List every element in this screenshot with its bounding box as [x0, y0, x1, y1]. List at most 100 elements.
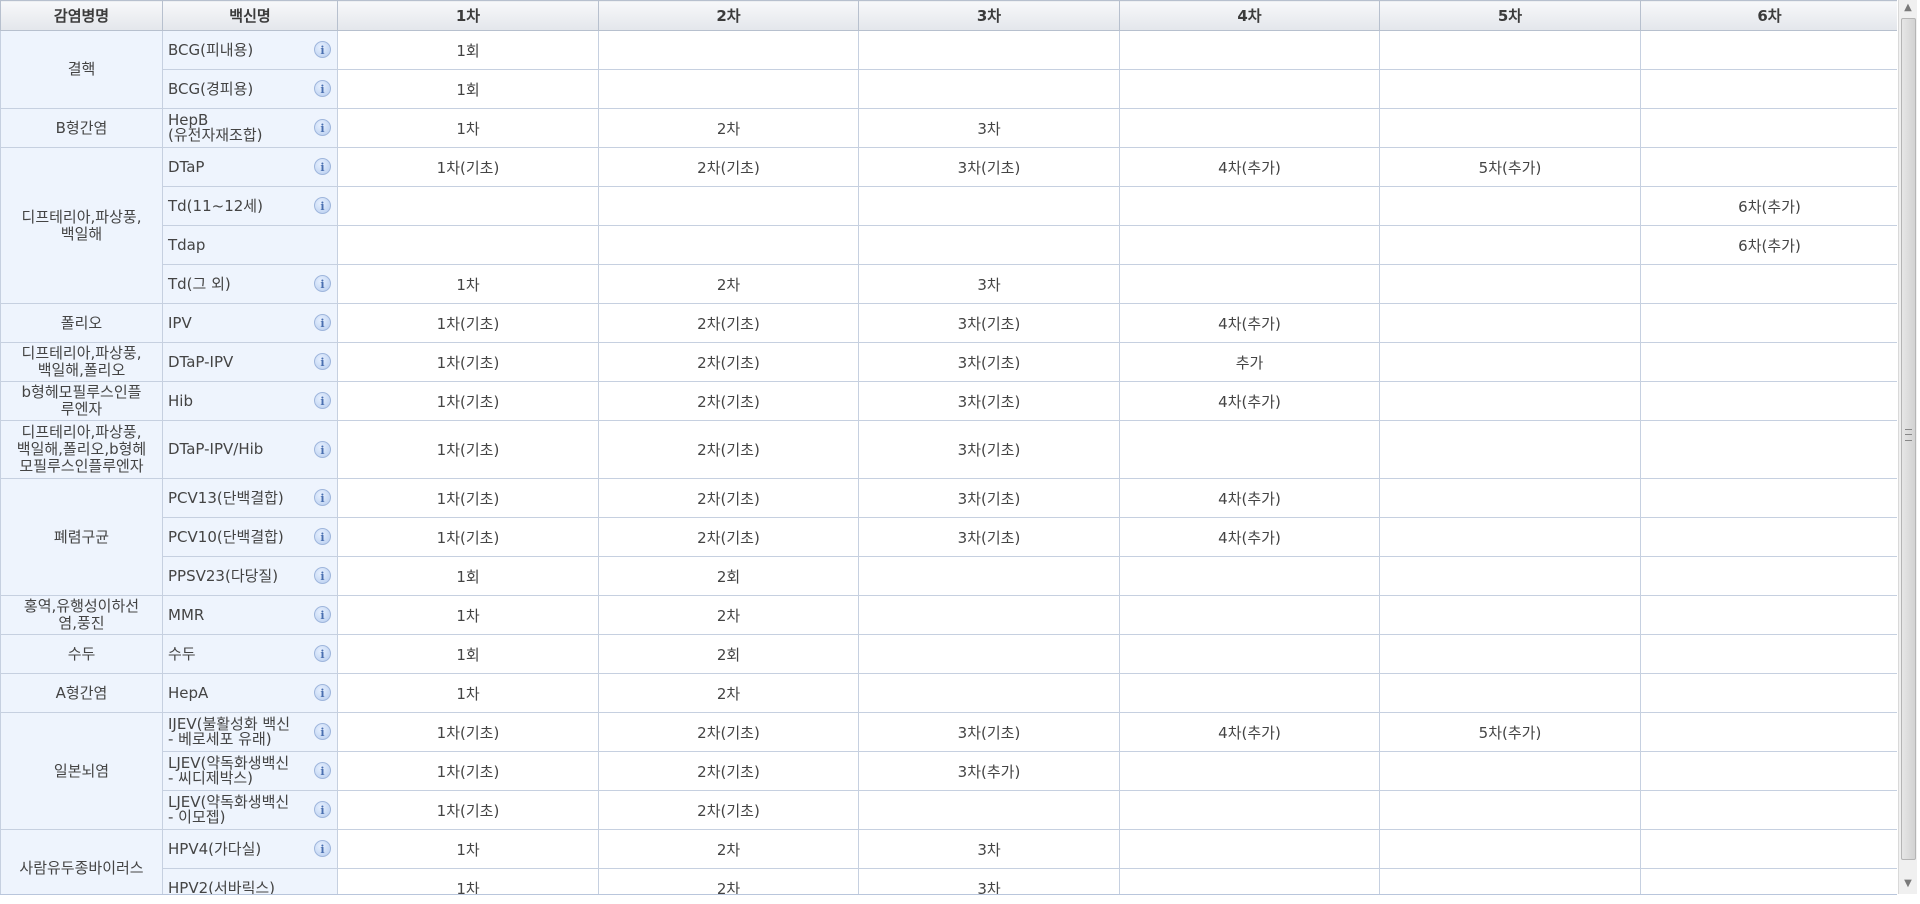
table-row[interactable]: 디프테리아,파상풍, 백일해,폴리오 DTaP-IPV i 1차(기초) 2차(기초) 3차… [0, 342, 1897, 382]
dose-3-cell: 3차(기초) [858, 420, 1120, 479]
dose-1-cell: 1회 [337, 69, 599, 109]
dose-1-cell: 1차(기초) [337, 303, 599, 343]
dose-1-cell: 1차(기초) [337, 147, 599, 187]
dose-3-cell [858, 634, 1120, 674]
vaccine-name-label: BCG(경피용) [168, 79, 254, 98]
dose-3-cell [858, 595, 1120, 635]
dose-2-cell: 2차(기초) [598, 342, 859, 382]
info-icon[interactable]: i [314, 528, 331, 545]
table-row[interactable]: 홍역,유행성이하선 염,풍진 MMR i 1차 2차 [0, 595, 1897, 635]
dose-5-cell [1379, 264, 1641, 304]
dose-4-cell [1119, 751, 1380, 791]
table-row[interactable]: 폐렴구균 PCV13(단백결합) i 1차(기초) 2차(기초) 3차(기초) 4차(추가) [0, 478, 1897, 596]
col-header-dose-1[interactable]: 1차 [337, 0, 599, 31]
scroll-up-arrow-icon[interactable]: ▲ [1901, 0, 1915, 16]
info-icon[interactable]: i [314, 840, 331, 857]
dose-6-cell [1640, 556, 1897, 596]
vaccine-name-label: BCG(피내용) [168, 40, 254, 59]
dose-5-cell [1379, 595, 1641, 635]
dose-6-cell [1640, 303, 1897, 343]
dose-2-cell: 2차(기초) [598, 751, 859, 791]
dose-5-cell [1379, 303, 1641, 343]
info-icon[interactable]: i [314, 80, 331, 97]
info-icon[interactable]: i [314, 440, 331, 458]
col-header-dose-3[interactable]: 3차 [858, 0, 1120, 31]
dose-1-cell: 1차(기초) [337, 517, 599, 557]
vaccine-name-label: PPSV23(다당질) [168, 566, 279, 585]
info-icon[interactable]: i [314, 275, 331, 292]
info-icon[interactable]: i [314, 645, 331, 662]
col-header-dose-5[interactable]: 5차 [1379, 0, 1641, 31]
dose-2-cell [598, 225, 859, 265]
vaccine-name-cell: PPSV23(다당질) i [162, 556, 338, 596]
dose-5-cell [1379, 381, 1641, 421]
info-icon[interactable]: i [314, 119, 331, 136]
table-row[interactable]: 결핵 BCG(피내용) i 1회 [0, 30, 1897, 109]
dose-6-cell [1640, 634, 1897, 674]
scroll-down-arrow-icon[interactable]: ▼ [1901, 876, 1915, 892]
table-row[interactable]: A형간염 HepA i 1차 2차 [0, 673, 1897, 713]
info-icon[interactable]: i [314, 392, 331, 409]
table-row[interactable]: PPSV23(다당질) i 1회 2회 [1, 556, 1897, 596]
vaccine-name-label: HepA [168, 683, 209, 702]
info-icon[interactable]: i [314, 489, 331, 506]
table-row[interactable]: 일본뇌염 IJEV(불활성화 백신 - 베로세포 유래) i 1차(기초) 2차(기초) 3… [0, 712, 1897, 830]
table-row[interactable]: 디프테리아,파상풍, 백일해,폴리오,b형헤 모필루스인플루엔자 DTaP-IPV/H… [0, 420, 1897, 479]
dose-4-cell: 4차(추가) [1119, 303, 1380, 343]
dose-3-cell [858, 225, 1120, 265]
vaccine-name-cell: MMR i [162, 595, 338, 635]
info-icon[interactable]: i [314, 762, 331, 779]
vaccine-name-cell: PCV13(단백결합) i [162, 478, 338, 518]
dose-5-cell [1379, 30, 1641, 70]
dose-5-cell [1379, 634, 1641, 674]
table-row[interactable]: 사람유두종바이러스 HPV4(가다실) i 1차 2차 3차 [0, 829, 1897, 894]
info-icon[interactable]: i [314, 684, 331, 701]
dose-1-cell: 1차(기초) [337, 478, 599, 518]
info-icon[interactable]: i [314, 353, 331, 370]
col-header-dose-2[interactable]: 2차 [598, 0, 859, 31]
info-icon[interactable]: i [314, 197, 331, 214]
dose-3-cell [858, 790, 1120, 830]
table-row[interactable]: Td(11~12세) i 6차(추가) [1, 186, 1897, 226]
dose-3-cell: 3차(기초) [858, 381, 1120, 421]
dose-1-cell: 1차(기초) [337, 420, 599, 479]
col-header-dose-4[interactable]: 4차 [1119, 0, 1380, 31]
table-row[interactable]: b형헤모필루스인플 루엔자 Hib i 1차(기초) 2차(기초) 3차(기초) 4차(추가) [0, 381, 1897, 421]
table-row[interactable]: LJEV(약독화생백신 - 씨디제박스) i 1차(기초) 2차(기초) 3차(추가) [1, 751, 1897, 791]
col-header-dose-6[interactable]: 6차 [1640, 0, 1897, 31]
table-row[interactable]: Td(그 외) i 1차 2차 3차 [1, 264, 1897, 304]
info-icon[interactable]: i [314, 41, 331, 58]
info-icon[interactable]: i [314, 801, 331, 818]
vaccine-name-cell: DTaP-IPV/Hib i [162, 420, 338, 479]
info-icon[interactable]: i [314, 314, 331, 331]
dose-4-cell [1119, 556, 1380, 596]
table-row[interactable]: Tdap 6차(추가) [1, 225, 1897, 265]
disease-name-cell: 폴리오 [0, 303, 163, 343]
table-row[interactable]: B형간염 HepB (유전자재조합) i 1차 2차 3차 [0, 108, 1897, 148]
info-icon[interactable]: i [314, 158, 331, 175]
dose-5-cell [1379, 790, 1641, 830]
vaccine-name-cell: LJEV(약독화생백신 - 씨디제박스) i [162, 751, 338, 791]
table-row[interactable]: BCG(경피용) i 1회 [1, 69, 1897, 109]
dose-4-cell [1119, 186, 1380, 226]
info-icon[interactable]: i [314, 606, 331, 623]
table-row[interactable]: 수두 수두 i 1회 2회 [0, 634, 1897, 674]
vaccine-name-label: HepB (유전자재조합) [168, 111, 263, 144]
table-row[interactable]: PCV10(단백결합) i 1차(기초) 2차(기초) 3차(기초) 4차(추가) [1, 517, 1897, 557]
vaccine-name-cell: DTaP i [162, 147, 338, 187]
dose-4-cell [1119, 868, 1380, 894]
info-icon[interactable]: i [314, 723, 331, 740]
info-icon[interactable]: i [314, 567, 331, 584]
dose-6-cell [1640, 69, 1897, 109]
vertical-scrollbar[interactable]: ▲ ▼ [1898, 0, 1917, 894]
table-row[interactable]: LJEV(약독화생백신 - 이모젭) i 1차(기초) 2차(기초) [1, 790, 1897, 830]
scrollbar-thumb[interactable] [1901, 18, 1916, 860]
col-header-vaccine[interactable]: 백신명 [162, 0, 338, 31]
col-header-disease[interactable]: 감염병명 [0, 0, 163, 31]
table-row[interactable]: 디프테리아,파상풍, 백일해 DTaP i 1차(기초) 2차(기초) 3차(기초) 4차(추… [0, 147, 1897, 304]
dose-1-cell [337, 186, 599, 226]
disease-name-cell: 디프테리아,파상풍, 백일해,폴리오,b형헤 모필루스인플루엔자 [0, 420, 163, 479]
table-row[interactable]: 폴리오 IPV i 1차(기초) 2차(기초) 3차(기초) 4차(추가) [0, 303, 1897, 343]
table-row[interactable]: HPV2(서바릭스) 1차 2차 3차 [1, 868, 1897, 894]
dose-6-cell [1640, 108, 1897, 148]
